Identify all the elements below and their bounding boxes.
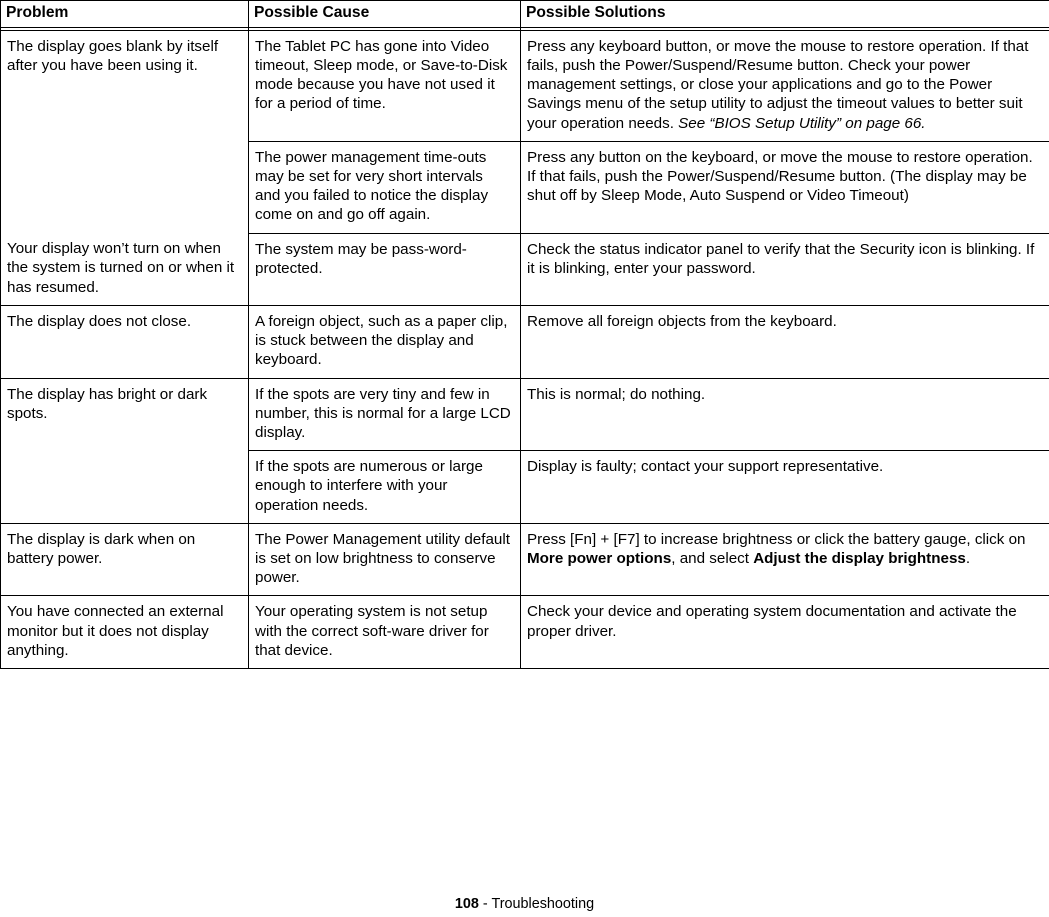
problem-cell: The display is dark when on battery powe…	[0, 523, 249, 597]
table-row: You have connected an external monitor b…	[0, 595, 1049, 670]
footer-separator: -	[478, 896, 492, 912]
solution-cell: Press [Fn] + [F7] to increase brightness…	[520, 523, 1049, 597]
problem-cell: The display does not close.	[0, 305, 249, 379]
problem-cell: The display goes blank by itself after y…	[0, 30, 249, 234]
solution-cell: This is normal; do nothing.	[520, 378, 1049, 452]
solution-cell: Check the status indicator panel to veri…	[520, 233, 1049, 306]
solution-cell: Check your device and operating system d…	[520, 595, 1049, 670]
solution-text-mid: , and select	[671, 550, 754, 568]
solution-cell: Press any button on the keyboard, or mov…	[520, 141, 1049, 234]
footer-section-name: Troubleshooting	[491, 896, 595, 912]
column-header-possible-cause: Possible Cause	[248, 0, 521, 28]
problem-cell: The display has bright or dark spots.	[0, 378, 249, 524]
solution-cell: Press any keyboard button, or move the m…	[520, 30, 1049, 142]
troubleshooting-table: Problem Possible Cause Possible Solution…	[0, 0, 1049, 670]
cause-cell: A foreign object, such as a paper clip, …	[248, 305, 521, 379]
problem-cell: Your display won’t turn on when the syst…	[0, 233, 249, 306]
cause-cell: The system may be pass-word-protected.	[248, 233, 521, 306]
cause-cell: If the spots are numerous or large enoug…	[248, 450, 521, 524]
column-header-possible-solutions: Possible Solutions	[520, 0, 1049, 28]
table-row: The display goes blank by itself after y…	[0, 30, 1049, 234]
cause-cell: Your operating system is not setup with …	[248, 595, 521, 670]
solution-reference-italic: See “BIOS Setup Utility” on page 66.	[678, 114, 926, 132]
document-page: Problem Possible Cause Possible Solution…	[0, 0, 1049, 917]
solution-bold-more-power-options: More power options	[527, 550, 672, 568]
cause-cell: The Power Management utility default is …	[248, 523, 521, 597]
page-footer: 108 - Troubleshooting	[0, 896, 1049, 912]
table-header: Problem Possible Cause Possible Solution…	[0, 0, 1049, 28]
footer-page-number: 108	[454, 896, 479, 912]
problem-cell: You have connected an external monitor b…	[0, 595, 249, 670]
solution-bold-adjust-display-brightness: Adjust the display brightness	[753, 550, 966, 568]
column-header-problem: Problem	[0, 0, 249, 28]
table-body: The display goes blank by itself after y…	[0, 27, 1049, 670]
table-row: Your display won’t turn on when the syst…	[0, 233, 1049, 306]
table-row: The display is dark when on battery powe…	[0, 523, 1049, 597]
solution-text-end: .	[965, 550, 971, 568]
cause-cell: The power management time-outs may be se…	[248, 141, 521, 234]
table-row: The display does not close. A foreign ob…	[0, 305, 1049, 379]
table-row: The display has bright or dark spots. If…	[0, 378, 1049, 524]
cause-cell: The Tablet PC has gone into Video timeou…	[248, 30, 521, 142]
solution-cell: Remove all foreign objects from the keyb…	[520, 305, 1049, 379]
solution-cell: Display is faulty; contact your support …	[520, 450, 1049, 524]
solution-text: Press [Fn] + [F7] to increase brightness…	[527, 530, 1026, 548]
cause-cell: If the spots are very tiny and few in nu…	[248, 378, 521, 452]
table-header-row: Problem Possible Cause Possible Solution…	[0, 0, 1049, 28]
